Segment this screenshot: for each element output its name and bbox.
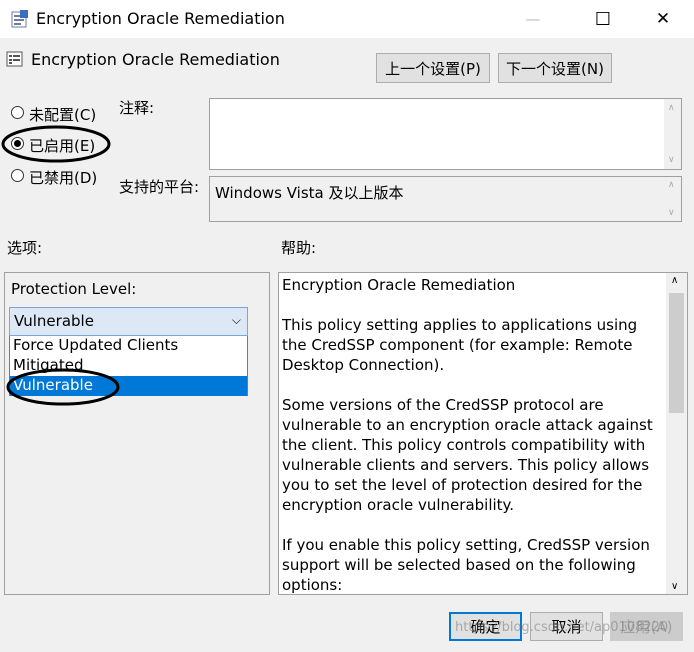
platform-value: Windows Vista 及以上版本	[215, 184, 404, 202]
previous-setting-button[interactable]: 上一个设置(P)	[376, 53, 490, 83]
radio-not-configured[interactable]: 未配置(C)	[11, 104, 111, 124]
close-icon[interactable]: ✕	[640, 0, 686, 38]
setting-name: Encryption Oracle Remediation	[31, 50, 280, 69]
protection-level-label: Protection Level:	[11, 280, 137, 298]
platform-field: Windows Vista 及以上版本 ∧ ∨	[209, 176, 682, 222]
next-setting-button[interactable]: 下一个设置(N)	[498, 53, 612, 83]
scroll-up-icon[interactable]: ∧	[668, 180, 675, 190]
scroll-up-icon[interactable]: ∧	[671, 275, 678, 286]
help-paragraph: This policy setting applies to applicati…	[282, 316, 638, 374]
options-label: 选项:	[7, 239, 43, 257]
protection-level-value: Vulnerable	[14, 312, 94, 330]
maximize-icon[interactable]: ☐	[580, 0, 626, 38]
minimize-icon[interactable]: —	[510, 0, 556, 38]
scroll-down-icon[interactable]: ∨	[668, 155, 675, 165]
platform-label: 支持的平台:	[119, 178, 200, 196]
comment-label: 注释:	[119, 99, 155, 117]
dropdown-item-force-updated-clients[interactable]: Force Updated Clients	[10, 336, 247, 356]
annotation-ellipse	[6, 368, 120, 406]
annotation-ellipse	[1, 125, 111, 163]
scrollbar-thumb[interactable]	[669, 293, 684, 413]
title-bar: Encryption Oracle Remediation — ☐ ✕	[0, 0, 694, 38]
help-paragraph: If you enable this policy setting, CredS…	[282, 536, 650, 594]
help-label: 帮助:	[281, 239, 317, 257]
radio-label: 已禁用(D)	[29, 169, 98, 187]
help-paragraph: Encryption Oracle Remediation	[282, 276, 516, 294]
help-text: Encryption Oracle Remediation This polic…	[282, 275, 664, 594]
scroll-down-icon[interactable]: ∨	[668, 208, 675, 218]
help-scrollbar[interactable]: ∧ ∨	[666, 273, 687, 594]
scroll-up-icon[interactable]: ∧	[668, 103, 675, 113]
watermark: https://blog.csdn.net/ap0108220	[455, 620, 669, 635]
chevron-down-icon: ⌵	[231, 313, 241, 327]
setting-icon	[6, 51, 23, 67]
policy-app-icon	[11, 10, 28, 28]
help-panel: Encryption Oracle Remediation This polic…	[278, 272, 688, 595]
platform-scrollbar[interactable]: ∧ ∨	[664, 177, 681, 221]
scroll-down-icon[interactable]: ∨	[671, 581, 678, 592]
comment-textarea[interactable]: ∧ ∨	[209, 98, 682, 170]
protection-level-select[interactable]: Vulnerable ⌵	[9, 307, 248, 336]
radio-circle	[11, 169, 24, 182]
window-title: Encryption Oracle Remediation	[36, 9, 285, 28]
help-paragraph: Some versions of the CredSSP protocol ar…	[282, 396, 653, 514]
comment-scrollbar[interactable]: ∧ ∨	[664, 99, 681, 169]
options-panel: Protection Level: Vulnerable ⌵ Force Upd…	[4, 272, 270, 595]
radio-disabled[interactable]: 已禁用(D)	[11, 167, 111, 187]
radio-circle	[11, 106, 24, 119]
